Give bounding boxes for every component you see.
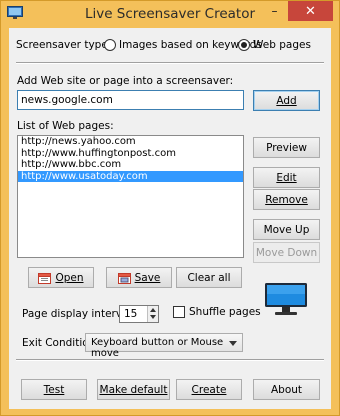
remove-button[interactable]: Remove [253, 189, 320, 210]
make-default-button-label: Make default [99, 383, 168, 396]
about-button[interactable]: About [253, 379, 320, 400]
edit-button[interactable]: Edit [253, 167, 320, 188]
radio-selected-dot [241, 42, 247, 48]
move-down-button[interactable]: Move Down [253, 242, 320, 263]
shuffle-pages-checkbox[interactable]: Shuffle pages [173, 306, 261, 318]
preview-button[interactable]: Preview [253, 137, 320, 158]
checkbox-box [173, 306, 185, 318]
add-button-label: Add [276, 94, 297, 107]
edit-button-label: Edit [276, 171, 297, 184]
save-button[interactable]: Save [106, 267, 172, 288]
save-icon [117, 272, 131, 284]
list-items: http://news.yahoo.com http://www.huffingt… [18, 136, 243, 182]
list-label: List of Web pages: [17, 120, 114, 132]
monitor-icon [265, 283, 307, 315]
interval-spinner[interactable]: 15 [119, 305, 159, 323]
list-item[interactable]: http://www.usatoday.com [18, 170, 243, 182]
spinner-down-icon[interactable] [150, 315, 156, 319]
make-default-button[interactable]: Make default [97, 379, 170, 400]
exit-condition-select[interactable]: Keyboard button or Mouse move [85, 333, 243, 359]
create-button-label: Create [191, 383, 227, 396]
web-pages-list[interactable]: http://news.yahoo.com http://www.huffingt… [17, 135, 244, 258]
shuffle-pages-label: Shuffle pages [189, 306, 261, 318]
radio-web-pages[interactable]: Web pages [238, 39, 311, 51]
separator [16, 359, 324, 361]
chevron-down-icon [229, 341, 237, 346]
exit-condition-value: Keyboard button or Mouse move [91, 337, 224, 359]
interval-label: Page display interval: [22, 308, 135, 320]
title-bar[interactable]: Live Screensaver Creator – ✕ [1, 1, 339, 27]
open-button-label: Open [55, 271, 84, 284]
preview-button-label: Preview [266, 141, 307, 154]
client-area: Screensaver type: Images based on keywor… [9, 28, 331, 409]
remove-button-label: Remove [265, 193, 308, 206]
add-site-label: Add Web site or page into a screensaver: [17, 75, 234, 87]
move-up-button[interactable]: Move Up [253, 219, 320, 240]
radio-circle [238, 39, 250, 51]
close-button[interactable]: ✕ [288, 1, 333, 21]
move-up-button-label: Move Up [263, 223, 310, 236]
window-controls: – ✕ [261, 1, 333, 21]
list-item[interactable]: http://news.yahoo.com [18, 136, 243, 148]
minimize-button[interactable]: – [261, 1, 288, 21]
clear-all-button[interactable]: Clear all [176, 267, 242, 288]
open-button[interactable]: Open [28, 267, 94, 288]
clear-all-button-label: Clear all [187, 271, 231, 284]
minimize-icon: – [271, 4, 278, 18]
test-button[interactable]: Test [21, 379, 87, 400]
radio-web-pages-label: Web pages [253, 39, 311, 51]
url-input-value: news.google.com [21, 94, 113, 106]
create-button[interactable]: Create [176, 379, 242, 400]
url-input[interactable]: news.google.com [17, 90, 244, 110]
spinner-buttons[interactable] [147, 306, 158, 322]
add-button[interactable]: Add [253, 90, 320, 111]
interval-value: 15 [124, 308, 138, 320]
app-window: Live Screensaver Creator – ✕ Screensaver… [0, 0, 340, 416]
close-icon: ✕ [305, 3, 316, 19]
radio-circle [104, 39, 116, 51]
save-button-label: Save [134, 271, 161, 284]
list-item[interactable]: http://www.bbc.com [18, 159, 243, 171]
screensaver-type-label: Screensaver type: [16, 39, 112, 51]
move-down-button-label: Move Down [255, 246, 318, 259]
open-folder-icon [38, 272, 52, 284]
test-button-label: Test [43, 383, 65, 396]
about-button-label: About [270, 383, 303, 396]
list-item[interactable]: http://www.huffingtonpost.com [18, 148, 243, 160]
separator [16, 62, 324, 64]
spinner-up-icon[interactable] [150, 308, 156, 312]
